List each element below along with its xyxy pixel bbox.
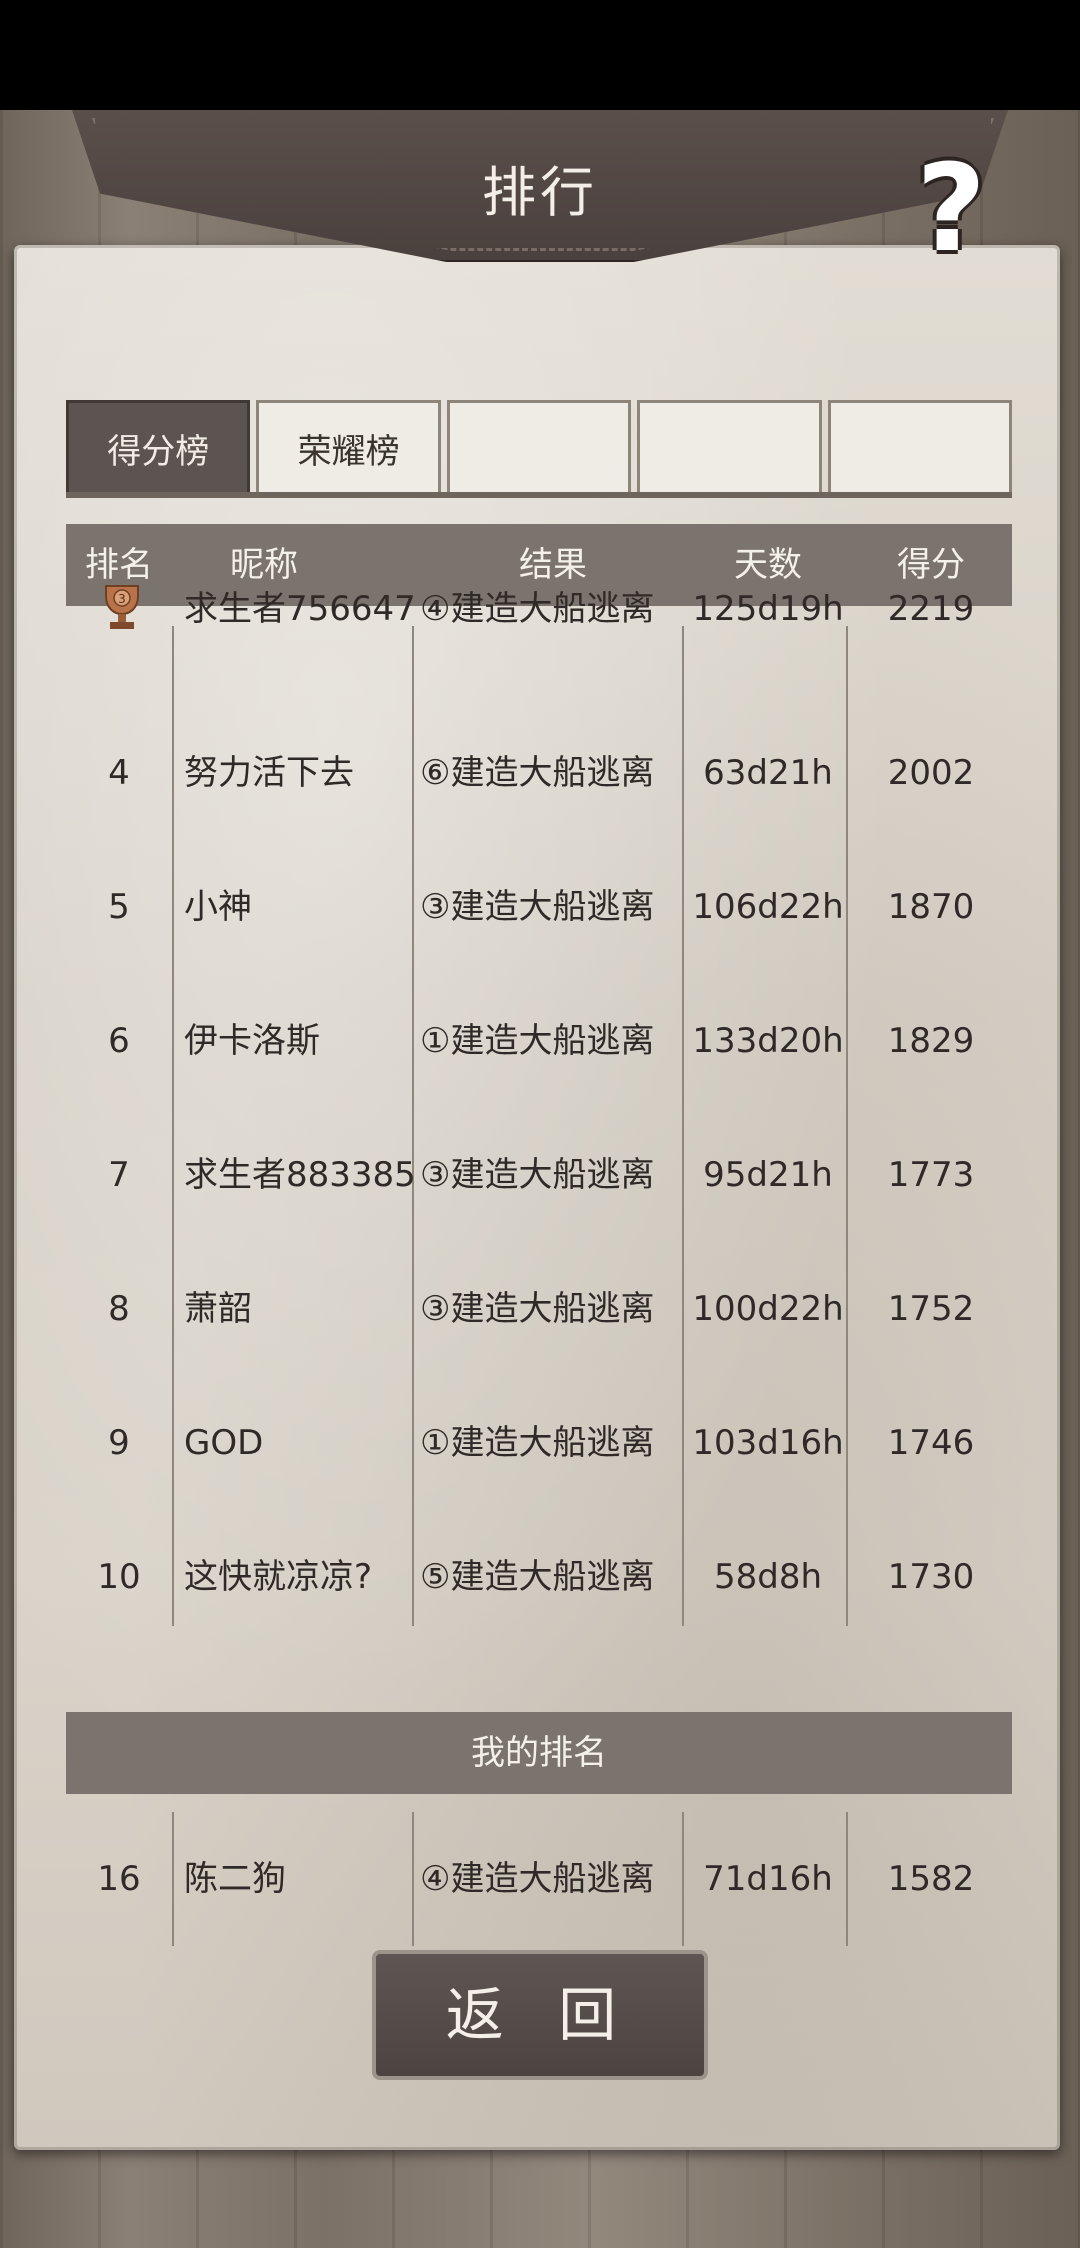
row-score: 1746 (887, 1423, 975, 1463)
table-row[interactable]: 3 求生者756647 ④建造大船逃离 125d19h 2219 (66, 574, 1012, 708)
row-score: 2002 (887, 753, 975, 793)
status-bar (0, 0, 1080, 110)
row-rank: 5 (108, 887, 130, 927)
row-days: 133d20h (692, 1021, 844, 1061)
row-rank: 7 (108, 1155, 130, 1195)
tabs-underline (66, 492, 1012, 498)
row-rank (66, 574, 172, 644)
row-rank: 16 (97, 1859, 141, 1899)
row-result: ①建造大船逃离 (420, 1423, 655, 1463)
row-result: ⑥建造大船逃离 (420, 753, 655, 793)
help-icon[interactable]: ? (896, 150, 1006, 270)
back-button[interactable]: 返 回 (372, 1950, 708, 2080)
table-row[interactable]: 6 伊卡洛斯 ①建造大船逃离 133d20h 1829 (66, 974, 1012, 1108)
table-row[interactable]: 4 努力活下去 ⑥建造大船逃离 63d21h 2002 (66, 706, 1012, 840)
row-result: ①建造大船逃离 (420, 1021, 655, 1061)
table-row[interactable]: 7 求生者883385 ③建造大船逃离 95d21h 1773 (66, 1108, 1012, 1242)
row-days: 103d16h (692, 1423, 844, 1463)
row-days: 106d22h (692, 887, 844, 927)
row-days: 58d8h (713, 1557, 823, 1597)
row-result: ③建造大船逃离 (420, 1155, 655, 1195)
tab-empty-5[interactable] (827, 400, 1013, 496)
tab-empty-4[interactable] (637, 400, 822, 496)
row-score: 1870 (887, 887, 975, 927)
row-result: ④建造大船逃离 (420, 1859, 655, 1899)
leaderboard-tabs: 得分榜 荣耀榜 (66, 400, 1013, 496)
tab-empty-3[interactable] (446, 400, 632, 496)
row-score: 1752 (887, 1289, 975, 1329)
table-row[interactable]: 5 小神 ③建造大船逃离 106d22h 1870 (66, 840, 1012, 974)
my-rank-header: 我的排名 (66, 1712, 1012, 1794)
row-rank: 6 (108, 1021, 130, 1061)
row-result: ③建造大船逃离 (420, 1289, 655, 1329)
table-row[interactable]: 9 GOD ①建造大船逃离 103d16h 1746 (66, 1376, 1012, 1510)
row-rank: 8 (108, 1289, 130, 1329)
row-days: 95d21h (703, 1155, 833, 1195)
my-rank-row[interactable]: 16 陈二狗 ④建造大船逃离 71d16h 1582 (66, 1812, 1012, 1946)
row-rank: 4 (108, 753, 130, 793)
table-row[interactable]: 10 这快就凉凉? ⑤建造大船逃离 58d8h 1730 (66, 1510, 1012, 1644)
tab-score[interactable]: 得分榜 (66, 400, 251, 496)
row-result: ④建造大船逃离 (420, 589, 655, 629)
row-days: 100d22h (692, 1289, 844, 1329)
row-rank: 9 (108, 1423, 130, 1463)
row-score: 2219 (887, 589, 975, 629)
row-days: 71d16h (703, 1859, 833, 1899)
row-rank: 10 (97, 1557, 141, 1597)
row-days: 63d21h (703, 753, 833, 793)
row-result: ③建造大船逃离 (420, 887, 655, 927)
tab-honor[interactable]: 荣耀榜 (256, 400, 441, 496)
row-result: ⑤建造大船逃离 (420, 1557, 655, 1597)
row-score: 1773 (887, 1155, 975, 1195)
table-row[interactable]: 8 萧韶 ③建造大船逃离 100d22h 1752 (66, 1242, 1012, 1376)
row-score: 1730 (887, 1557, 975, 1597)
row-days: 125d19h (692, 589, 844, 629)
row-score: 1829 (887, 1021, 975, 1061)
row-score: 1582 (887, 1859, 975, 1899)
